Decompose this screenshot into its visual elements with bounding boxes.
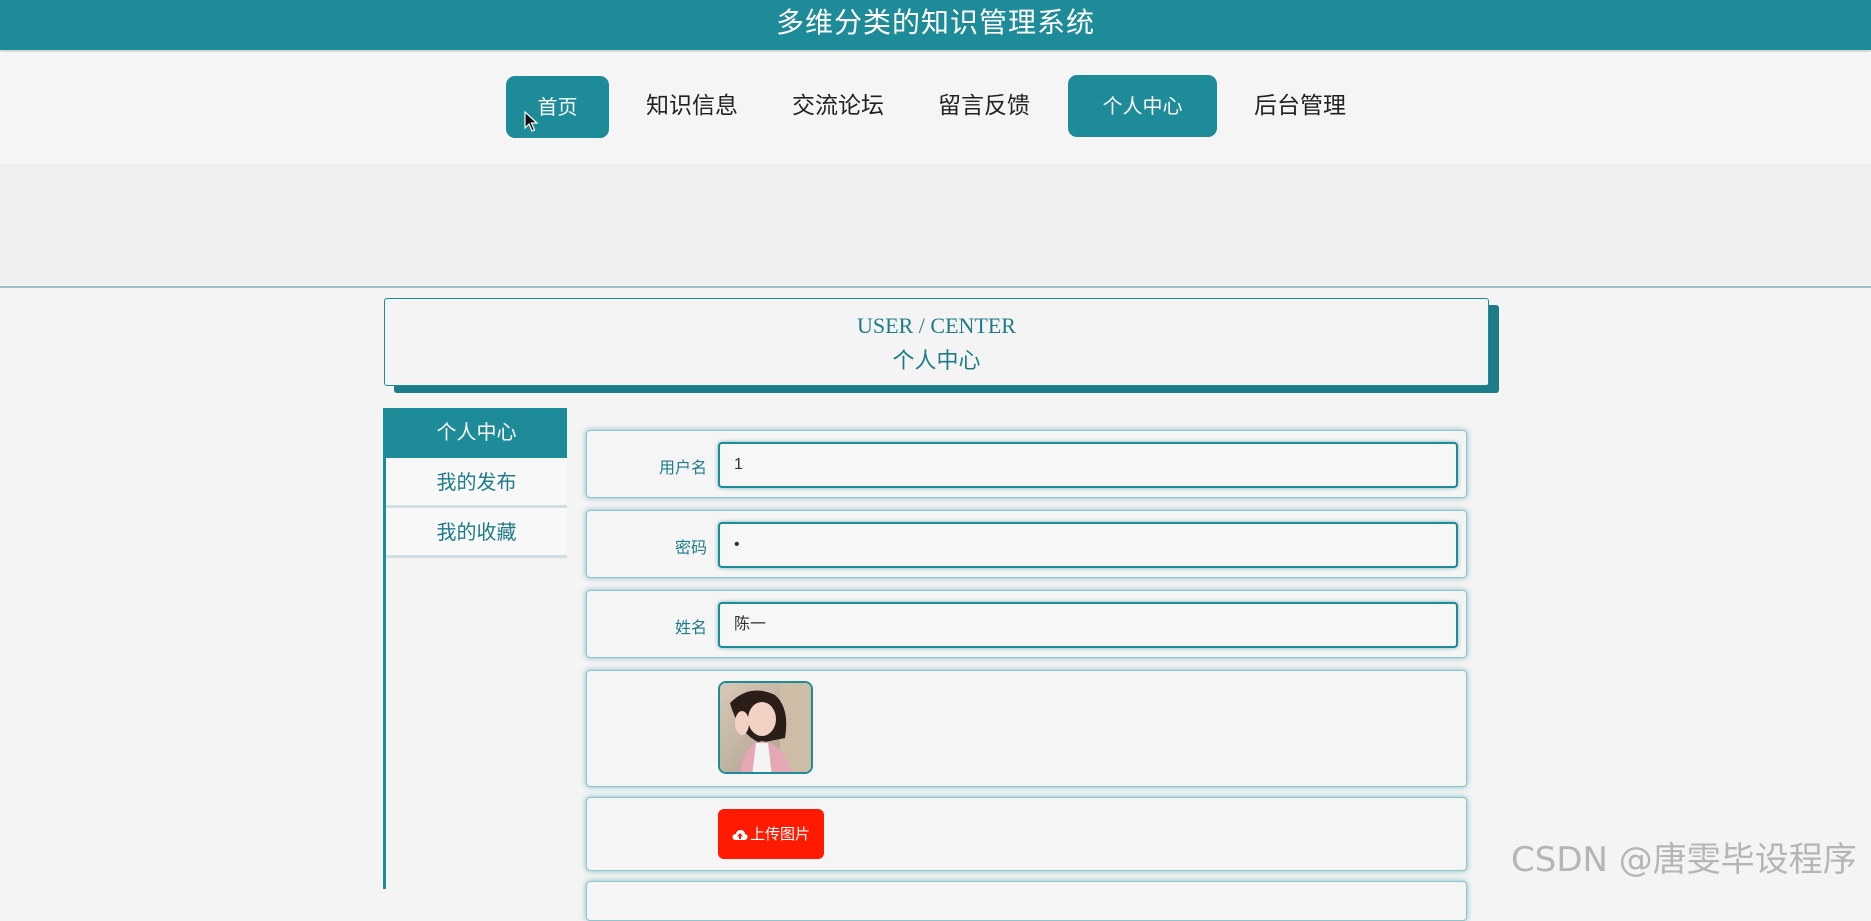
password-label: 密码 [674,538,707,557]
nav-feedback[interactable]: 留言反馈 [928,75,1040,137]
nav-forum[interactable]: 交流论坛 [782,75,894,137]
avatar-row [586,670,1467,787]
top-bar: 多维分类的知识管理系统 [0,0,1871,50]
nav-admin[interactable]: 后台管理 [1244,75,1356,137]
password-row: 密码 • [586,510,1467,578]
mouse-pointer-icon [524,111,539,132]
main-nav: 首页 知识信息 交流论坛 留言反馈 个人中心 后台管理 [0,52,1871,164]
header-title-cn: 个人中心 [892,348,981,373]
header-title-en: USER / CENTER [857,313,1016,338]
sidebar-item-my-favorites[interactable]: 我的收藏 [386,508,567,558]
watermark: CSDN @唐雯毕设程序 [1511,840,1857,880]
avatar [718,681,813,774]
sidebar-item-my-posts[interactable]: 我的发布 [386,458,567,508]
upload-button-label: 上传图片 [749,825,810,843]
sidebar-item-user-center[interactable]: 个人中心 [386,408,567,458]
user-center-header: USER / CENTER 个人中心 [384,298,1489,386]
upload-image-button[interactable]: 上传图片 [718,809,824,859]
username-input[interactable]: 1 [718,442,1458,488]
cloud-upload-icon [732,829,748,840]
app-title: 多维分类的知识管理系统 [775,6,1095,39]
name-input[interactable]: 陈一 [718,602,1458,648]
nav-home[interactable]: 首页 [506,76,609,138]
nav-user-center[interactable]: 个人中心 [1068,75,1217,137]
name-row: 姓名 陈一 [586,590,1467,658]
banner-area [0,164,1871,288]
sidebar: 个人中心 我的发布 我的收藏 [383,408,567,889]
nav-knowledge-info[interactable]: 知识信息 [636,75,748,137]
upload-row: 上传图片 [586,797,1467,871]
next-row [586,881,1467,921]
password-input[interactable]: • [718,522,1458,568]
name-label: 姓名 [674,618,707,637]
username-label: 用户名 [658,458,707,477]
username-row: 用户名 1 [586,430,1467,498]
